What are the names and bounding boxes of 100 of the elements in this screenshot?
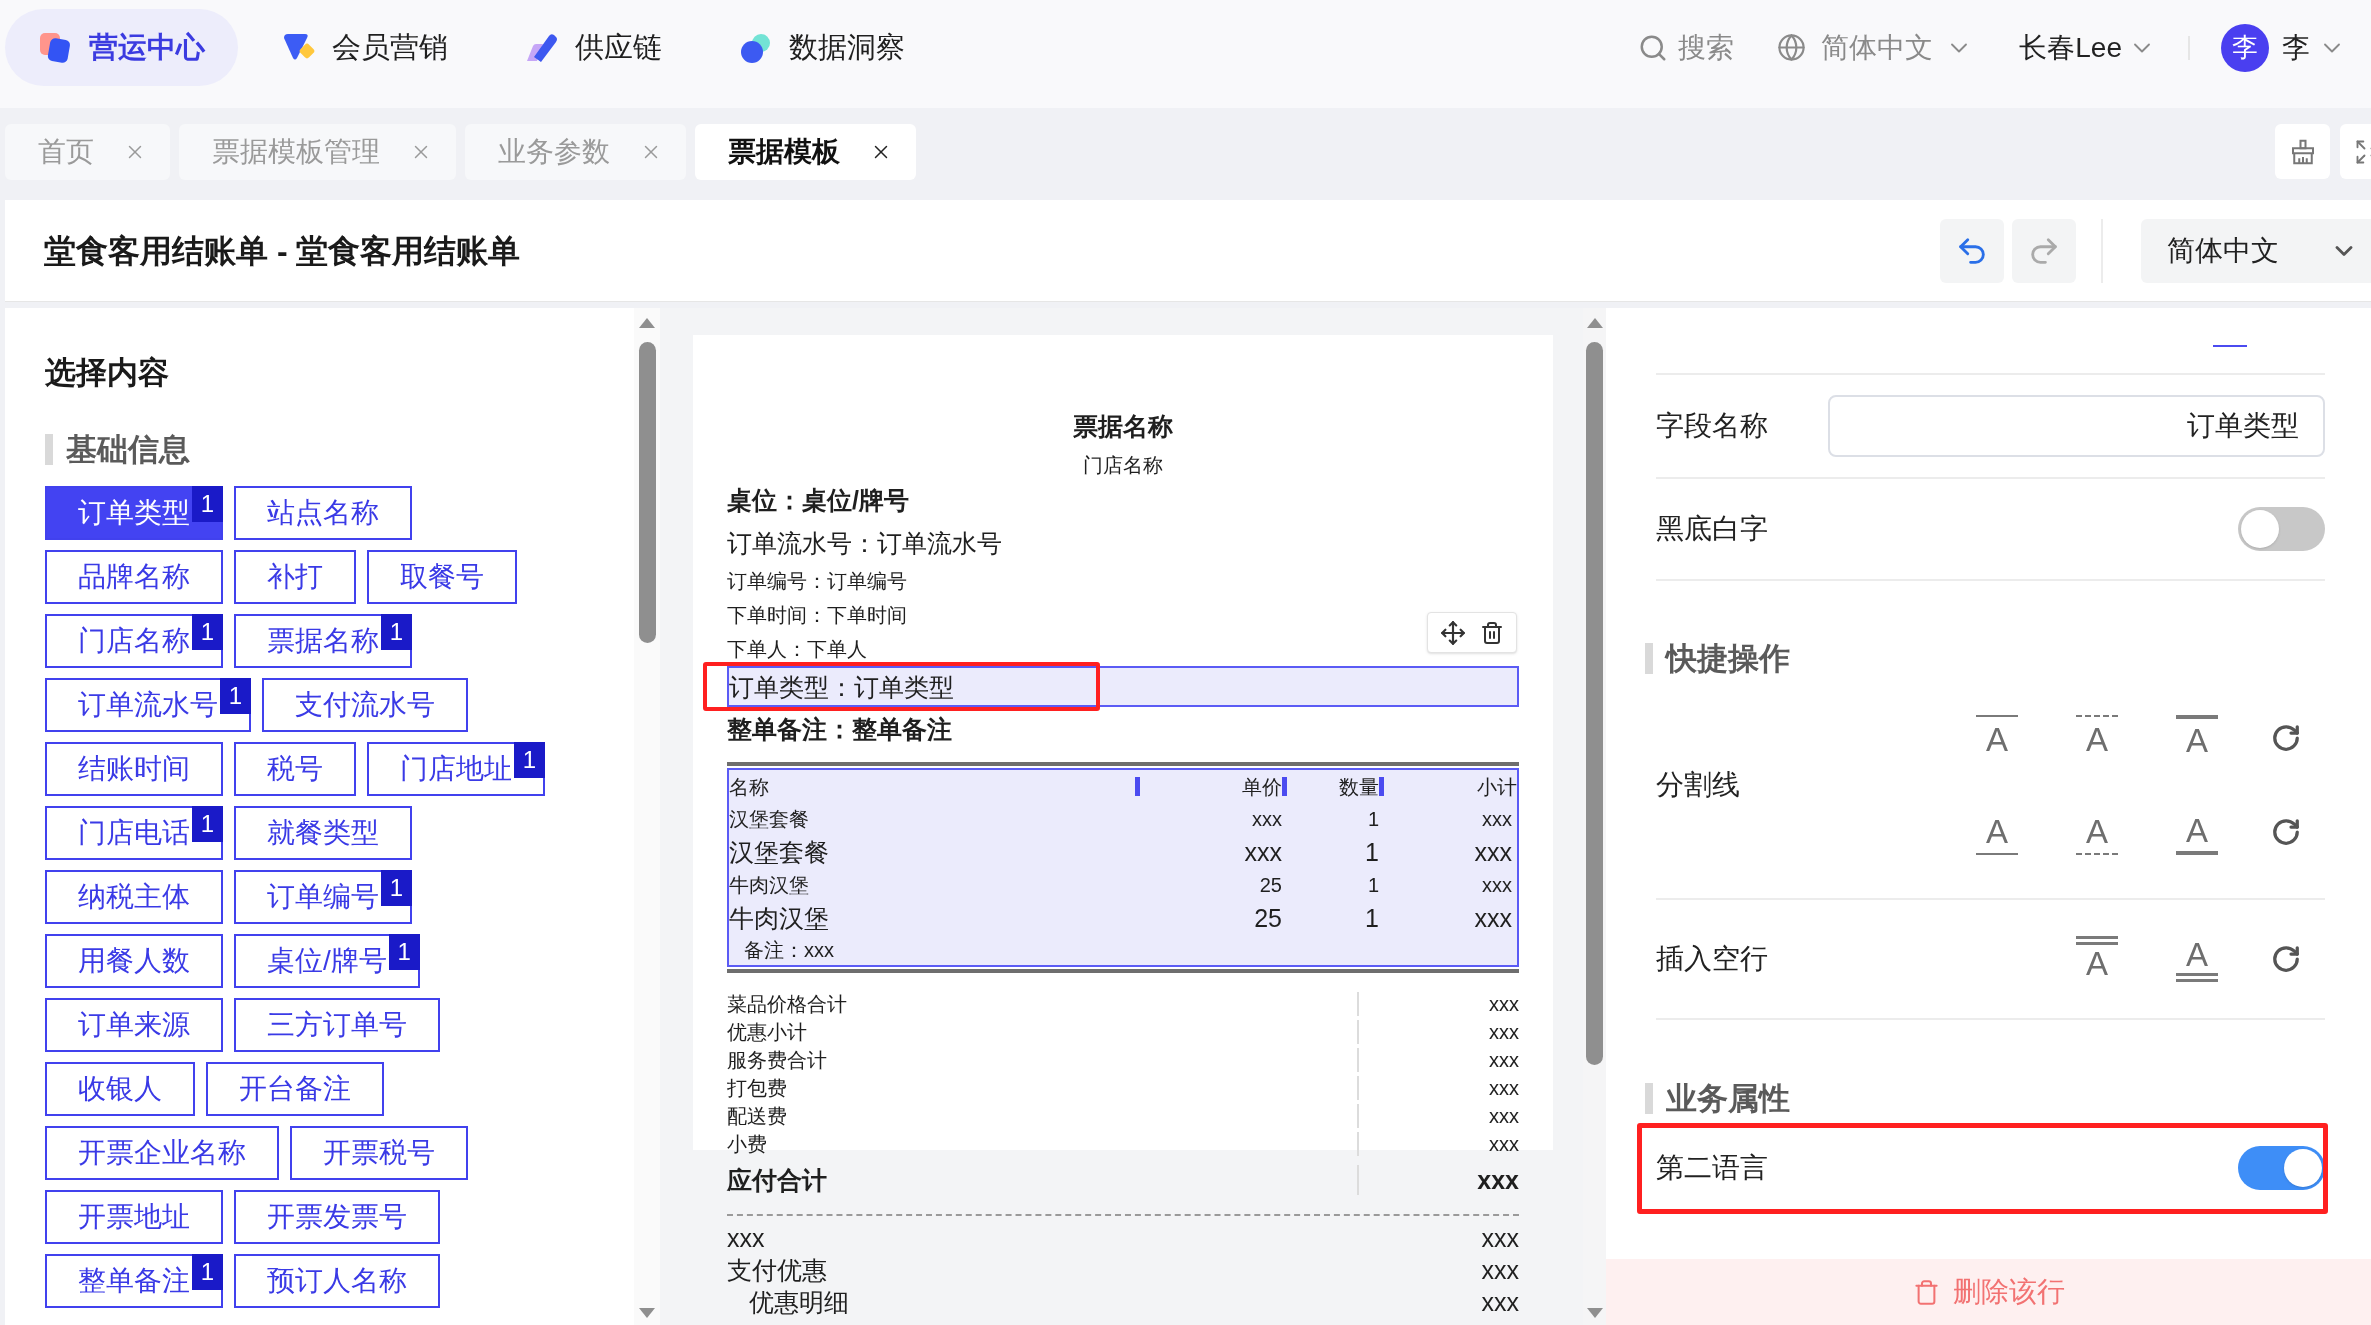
move-icon[interactable] [1440,619,1466,646]
nav-menu-item[interactable]: 营运中心 [5,9,238,86]
column-resize-handle[interactable] [1379,777,1384,796]
item-note: 备注：xxx [744,938,834,962]
count-badge: 1 [192,486,223,522]
scrollbar-thumb[interactable] [1586,342,1603,1065]
summary-value: xxx [1489,992,1519,1016]
field-tag[interactable]: 开票企业名称 [45,1126,279,1180]
store-selector[interactable]: 长春Lee [2019,26,2156,69]
table-cell: xxx [1482,872,1512,897]
field-tag[interactable]: 补打 [234,550,356,604]
column-resize-handle[interactable] [1135,777,1140,796]
dashed-line-above-button[interactable]: A [2076,715,2118,761]
blank-line-above-button[interactable]: A [2076,936,2118,982]
field-tag[interactable]: 站点名称 [234,486,412,540]
section-accent-bar [45,434,53,465]
field-tag[interactable]: 门店电话 1 [45,806,223,860]
table-cell: xxx [1252,806,1282,831]
line-below-button[interactable]: A [1976,809,2018,855]
field-tag[interactable]: 支付流水号 [262,678,468,732]
nav-menu-item[interactable]: 供应链 [491,9,695,86]
thick-line-below-button[interactable]: A [2176,809,2218,855]
table-cell: 1 [1365,836,1379,867]
thick-line-above-button[interactable]: A [2176,715,2218,761]
summary-label: 打包费 [727,1076,787,1100]
selection-highlight[interactable]: 订单类型：订单类型 [727,666,1519,707]
table-cell: 1 [1365,902,1379,933]
section-accent-bar [1645,1083,1653,1114]
refresh-icon[interactable] [2271,723,2301,753]
line-above-button[interactable]: A [1976,715,2018,761]
field-tag[interactable]: 预订人名称 [234,1254,440,1308]
field-tag[interactable]: 取餐号 [367,550,517,604]
count-badge: 1 [192,614,223,650]
receipt-line: 票据名称 [1073,411,1173,441]
scroll-down-icon[interactable] [639,1308,655,1318]
section-heading: 业务属性 [1666,1083,1790,1114]
field-tag[interactable]: 开票发票号 [234,1190,440,1244]
refresh-icon[interactable] [2271,944,2301,974]
scroll-up-icon[interactable] [639,318,655,328]
field-tag[interactable]: 结账时间 [45,742,223,796]
count-badge: 1 [381,870,412,906]
column-header: 小计 [1477,774,1517,799]
table-cell: 1 [1367,872,1379,897]
receipt-line: 整单备注：整单备注 [727,714,952,744]
field-tag[interactable]: 用餐人数 [45,934,223,988]
nav-menu-item[interactable]: 会员营销 [248,9,481,86]
blank-line-below-button[interactable]: A [2176,936,2218,982]
field-tag[interactable]: 三方订单号 [234,998,440,1052]
field-tag[interactable]: 税号 [234,742,356,796]
payment-label: xxx [727,1223,765,1253]
field-tag[interactable]: 整单备注 1 [45,1254,223,1308]
field-tag[interactable]: 订单来源 [45,998,223,1052]
field-label: 分割线 [1656,768,1740,802]
table-cell: 1 [1367,806,1379,831]
field-tag[interactable]: 桌位/牌号 1 [234,934,420,988]
count-badge: 1 [192,1254,223,1290]
column-header: 单价 [1242,774,1282,799]
field-tag[interactable]: 票据名称 1 [234,614,412,668]
scrollbar-thumb[interactable] [638,342,656,643]
field-tag[interactable]: 品牌名称 [45,550,223,604]
user-avatar[interactable]: 李 [2221,23,2269,72]
payment-label: 优惠明细 [749,1287,849,1317]
field-tag[interactable]: 门店地址 1 [367,742,545,796]
items-table[interactable]: 名称 单价 数量 小计 汉堡套餐 xxx 1 xxx 汉堡套餐 xxx 1 xxx 牛肉汉堡 25 1 xxx 牛肉汉堡 25 1 xxx 备注：xxx [727,768,1519,967]
summary-value: xxx [1489,1048,1519,1072]
scroll-up-icon[interactable] [1586,318,1603,328]
column-header: 数量 [1339,774,1379,799]
user-menu[interactable]: 李 [2282,26,2346,69]
summary-value: xxx [1489,1132,1519,1156]
refresh-icon[interactable] [2271,817,2301,847]
field-tag[interactable]: 就餐类型 [234,806,412,860]
column-resize-handle[interactable] [1282,777,1287,796]
field-tag[interactable]: 开票地址 [45,1190,223,1244]
summary-label: 服务费合计 [727,1048,827,1072]
toggle-switch[interactable] [2238,1145,2325,1190]
page-tab[interactable]: 票据模板 [695,124,916,180]
field-tag[interactable]: 开台备注 [206,1062,384,1116]
field-tag[interactable]: 纳税主体 [45,870,223,924]
field-tag[interactable]: 订单流水号 1 [45,678,251,732]
field-tag[interactable]: 订单类型 1 [45,486,223,540]
payment-value: xxx [1481,1255,1519,1285]
nav-menu-item[interactable]: 数据洞察 [705,9,938,86]
table-cell: 25 [1259,872,1282,897]
receipt-line: 订单类型：订单类型 [729,671,954,702]
section-heading: 基础信息 [66,434,190,465]
field-tag[interactable]: 门店名称 1 [45,614,223,668]
field-name-input[interactable]: 订单类型 [1828,395,2325,457]
dashed-line-below-button[interactable]: A [2076,809,2118,855]
undo-button[interactable] [1940,218,2004,283]
field-tag[interactable]: 订单编号 1 [234,870,412,924]
clean-button[interactable] [2275,124,2330,179]
toggle-switch[interactable] [2238,507,2325,551]
field-tag[interactable]: 收银人 [45,1062,195,1116]
table-cell: xxx [1244,836,1282,867]
field-tag[interactable]: 开票税号 [290,1126,468,1180]
receipt-line: 门店名称 [1083,453,1163,477]
table-cell: xxx [1482,806,1512,831]
trash-icon[interactable] [1480,620,1504,645]
scroll-down-icon[interactable] [1586,1308,1603,1318]
language-select[interactable]: 简体中文 [2141,218,2371,283]
